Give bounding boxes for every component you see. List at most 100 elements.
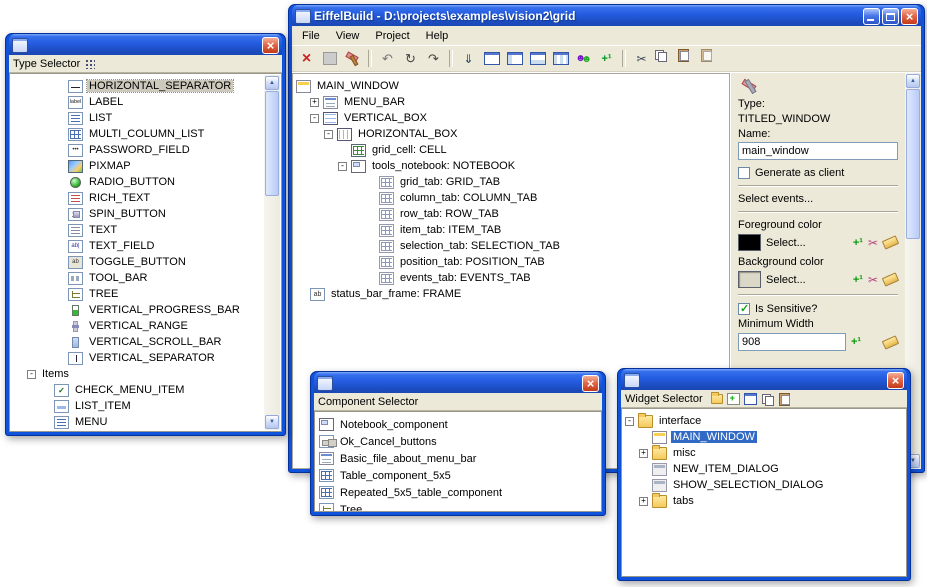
maximize-button[interactable] [882, 8, 899, 25]
people-icon[interactable] [573, 49, 594, 69]
list-item[interactable]: Basic_file_about_menu_bar [315, 450, 601, 467]
add-one-icon[interactable] [853, 274, 863, 286]
close-button[interactable] [582, 375, 599, 392]
title-bar[interactable] [314, 372, 602, 393]
tree-item[interactable]: TEXT [10, 222, 281, 238]
undo-icon[interactable] [377, 49, 398, 69]
tree-item[interactable]: TOGGLE_BUTTON [10, 254, 281, 270]
menu-project[interactable]: Project [367, 28, 417, 44]
tree-item[interactable]: CHECK_MENU_ITEM [10, 382, 281, 398]
tree-item[interactable]: +MENU_BAR [293, 94, 729, 110]
tree-item[interactable]: HORIZONTAL_SEPARATOR [10, 78, 281, 94]
title-bar[interactable] [621, 369, 907, 390]
background-select-link[interactable]: Select... [766, 274, 848, 286]
tree-item[interactable]: NEW_ITEM_DIALOG [622, 461, 906, 477]
tree-item[interactable]: RICH_TEXT [10, 190, 281, 206]
tree-item[interactable]: LIST [10, 110, 281, 126]
build-icon[interactable] [342, 49, 363, 69]
tree-item[interactable]: MAIN_WINDOW [622, 429, 906, 445]
expand-toggle[interactable]: - [625, 417, 634, 426]
tree-item[interactable]: position_tab: POSITION_TAB [293, 254, 729, 270]
add-one-icon[interactable] [596, 49, 617, 69]
tree-item[interactable]: VERTICAL_RANGE [10, 318, 281, 334]
is-sensitive-checkbox[interactable] [738, 303, 750, 315]
scrollbar-thumb[interactable] [906, 89, 920, 239]
tree-item[interactable]: LIST_ITEM [10, 398, 281, 414]
close-button[interactable] [262, 37, 279, 54]
tree-item[interactable]: TEXT_FIELD [10, 238, 281, 254]
title-bar[interactable]: EiffelBuild - D:\projects\examples\visio… [292, 5, 921, 26]
scroll-down-arrow[interactable]: ▼ [265, 415, 279, 429]
list-item[interactable]: Notebook_component [315, 416, 601, 433]
delete-icon[interactable] [296, 49, 317, 69]
foreground-select-link[interactable]: Select... [766, 237, 848, 249]
expand-toggle[interactable]: - [27, 370, 36, 379]
scissors-icon[interactable] [868, 236, 878, 250]
tree-item[interactable]: events_tab: EVENTS_TAB [293, 270, 729, 286]
tree-item[interactable]: VERTICAL_SCROLL_BAR [10, 334, 281, 350]
tree-item[interactable]: grid_cell: CELL [293, 142, 729, 158]
menu-file[interactable]: File [294, 28, 328, 44]
scrollbar-thumb[interactable] [265, 91, 279, 196]
menu-view[interactable]: View [328, 28, 368, 44]
scroll-up-arrow[interactable]: ▲ [906, 74, 920, 88]
tree-item[interactable]: SPIN_BUTTON [10, 206, 281, 222]
copy-icon[interactable] [654, 49, 675, 69]
run-icon[interactable] [423, 49, 444, 69]
scroll-up-arrow[interactable]: ▲ [265, 76, 279, 90]
grid-window-icon[interactable] [550, 49, 571, 69]
cut-icon[interactable] [631, 49, 652, 69]
name-input[interactable] [738, 142, 898, 160]
tree-item[interactable]: -interface [622, 413, 906, 429]
tree-item[interactable]: TREE [10, 286, 281, 302]
scissors-icon[interactable] [868, 273, 878, 287]
type-list-scrollbar[interactable]: ▲ ▼ [264, 75, 280, 430]
tree-item[interactable]: TOOL_BAR [10, 270, 281, 286]
eraser-icon[interactable] [882, 335, 899, 349]
tree-item[interactable]: -tools_notebook: NOTEBOOK [293, 158, 729, 174]
tree-item[interactable]: status_bar_frame: FRAME [293, 286, 729, 302]
menu-help[interactable]: Help [418, 28, 457, 44]
generate-client-checkbox[interactable] [738, 167, 750, 179]
copy-icon[interactable] [761, 393, 774, 405]
add-one-icon[interactable] [853, 237, 863, 249]
tree-item[interactable]: MENU [10, 414, 281, 430]
export-icon[interactable] [458, 49, 479, 69]
redo-icon[interactable] [400, 49, 421, 69]
expand-toggle[interactable]: + [310, 98, 319, 107]
expand-toggle[interactable]: + [639, 497, 648, 506]
tree-item[interactable]: -Items [10, 366, 281, 382]
tree-item[interactable]: MULTI_COLUMN_LIST [10, 126, 281, 142]
stacked-window-icon[interactable] [527, 49, 548, 69]
tree-item[interactable]: selection_tab: SELECTION_TAB [293, 238, 729, 254]
tree-item[interactable]: MAIN_WINDOW [293, 78, 729, 94]
tree-item[interactable]: +misc [622, 445, 906, 461]
list-item[interactable]: Ok_Cancel_buttons [315, 433, 601, 450]
title-bar[interactable] [9, 34, 282, 55]
tree-item[interactable]: row_tab: ROW_TAB [293, 206, 729, 222]
split-window-icon[interactable] [504, 49, 525, 69]
tree-item[interactable]: +tabs [622, 493, 906, 509]
tree-item[interactable]: grid_tab: GRID_TAB [293, 174, 729, 190]
tree-item[interactable]: PIXMAP [10, 158, 281, 174]
expand-toggle[interactable]: - [324, 130, 333, 139]
minimize-button[interactable] [863, 8, 880, 25]
expand-toggle[interactable]: - [338, 162, 347, 171]
paste-alt-icon[interactable] [700, 49, 721, 69]
expand-toggle[interactable]: - [310, 114, 319, 123]
foreground-color-swatch[interactable] [738, 234, 761, 251]
eraser-icon[interactable] [882, 235, 899, 249]
folder-icon[interactable] [711, 394, 723, 404]
add-one-icon[interactable] [851, 336, 861, 348]
list-item[interactable]: Tree [315, 501, 601, 512]
minimum-width-input[interactable] [738, 333, 846, 351]
tree-item[interactable]: PASSWORD_FIELD [10, 142, 281, 158]
new-item-icon[interactable] [727, 393, 740, 405]
tree-item[interactable]: VERTICAL_SEPARATOR [10, 350, 281, 366]
expand-toggle[interactable]: + [639, 449, 648, 458]
layout-window-icon[interactable] [481, 49, 502, 69]
save-icon[interactable] [319, 49, 340, 69]
window-icon[interactable] [744, 393, 757, 405]
list-item[interactable]: Table_component_5x5 [315, 467, 601, 484]
close-button[interactable] [887, 372, 904, 389]
